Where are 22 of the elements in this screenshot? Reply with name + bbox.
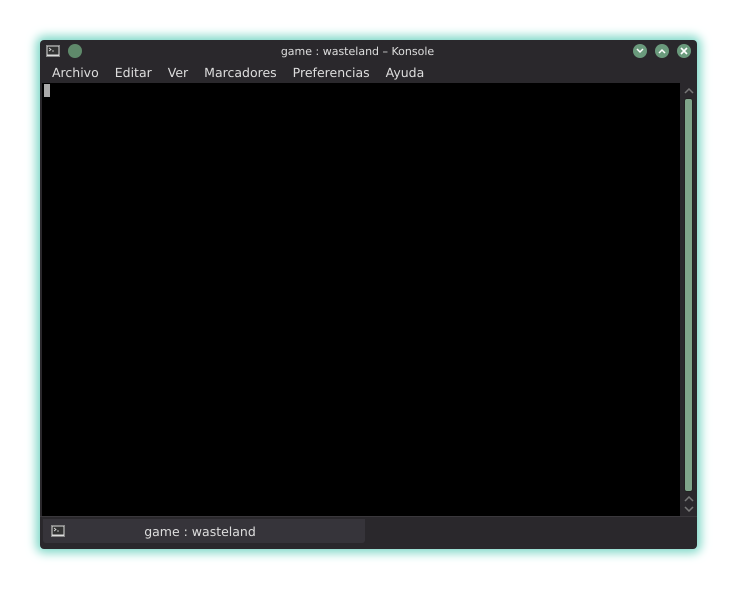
scroll-down-icon[interactable] — [684, 506, 694, 512]
close-button[interactable] — [677, 44, 691, 58]
maximize-button[interactable] — [655, 44, 669, 58]
window-title: game : wasteland – Konsole — [280, 44, 436, 58]
menu-item[interactable]: Preferencias — [284, 65, 378, 80]
menu-item[interactable]: Editar — [106, 65, 160, 80]
menu-item[interactable]: Marcadores — [196, 65, 285, 80]
terminal-icon — [51, 525, 65, 537]
text-cursor — [44, 84, 50, 97]
menu-item[interactable]: Ver — [160, 65, 196, 80]
scroll-up-icon[interactable] — [684, 88, 694, 94]
scroll-up-icon[interactable] — [684, 496, 694, 502]
chevron-down-icon — [636, 48, 644, 54]
chevron-up-icon — [658, 48, 666, 54]
session-tab[interactable]: game : wasteland — [43, 519, 365, 543]
menu-item[interactable]: Archivo — [44, 65, 107, 80]
scrollbar-thumb[interactable] — [684, 98, 693, 492]
tab-label: game : wasteland — [143, 524, 257, 538]
minimize-button[interactable] — [633, 44, 647, 58]
menu-item[interactable]: Ayuda — [378, 65, 432, 80]
terminal-icon — [46, 45, 60, 57]
close-icon — [680, 47, 688, 55]
